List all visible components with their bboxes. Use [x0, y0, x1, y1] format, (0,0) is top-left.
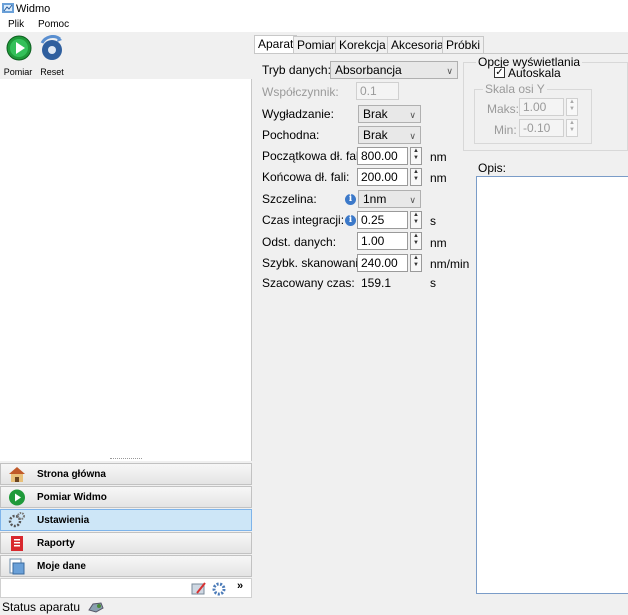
- integration-info-icon[interactable]: i: [345, 215, 356, 226]
- tools-icon[interactable]: [191, 581, 207, 596]
- status-text: Status aparatu: [2, 600, 81, 614]
- interval-label: Odst. danych:: [262, 235, 337, 249]
- autoscale-checkbox[interactable]: ✓: [494, 67, 505, 78]
- min-field: -0.10: [519, 119, 564, 137]
- instrument-status-icon: [88, 602, 104, 613]
- y-axis-scale-label: Skala osi Y: [483, 82, 547, 96]
- menu-bar: Plik Pomoc: [0, 18, 628, 32]
- end-wavelength-unit: nm: [430, 171, 447, 185]
- integration-label: Czas integracji:: [262, 213, 345, 227]
- nav-my-data-label: Moje dane: [37, 561, 86, 572]
- slit-select[interactable]: 1nm ∨: [358, 190, 421, 208]
- est-time-value: 159.1: [361, 276, 392, 290]
- tab-probki[interactable]: Próbki: [442, 36, 485, 53]
- max-spinner: ▲ ▼: [566, 98, 578, 116]
- nav-my-data[interactable]: Moje dane: [0, 555, 252, 577]
- chevron-down-icon: ∨: [446, 66, 453, 76]
- scan-speed-field[interactable]: 240.00: [357, 254, 408, 272]
- max-label: Maks:: [487, 102, 520, 116]
- nav-settings[interactable]: Ustawienia: [0, 509, 252, 531]
- nav-measure-label: Pomiar Widmo: [37, 492, 107, 503]
- smoothing-value: Brak: [363, 107, 388, 121]
- slit-label: Szczelina:: [262, 192, 317, 206]
- min-spinner: ▲ ▼: [566, 119, 578, 137]
- nav-home[interactable]: Strona główna: [0, 463, 252, 485]
- tab-akcesoria[interactable]: Akcesoria: [387, 36, 448, 53]
- title-bar: Widmo: [0, 0, 628, 18]
- nav-settings-label: Ustawienia: [37, 515, 90, 526]
- derivative-select[interactable]: Brak ∨: [358, 126, 421, 144]
- measure-button[interactable]: Pomiar: [0, 33, 36, 79]
- description-label: Opis:: [478, 161, 507, 175]
- nav-measure[interactable]: Pomiar Widmo: [0, 486, 252, 508]
- min-label: Min:: [494, 123, 517, 137]
- description-textarea[interactable]: [476, 176, 628, 594]
- start-wavelength-field[interactable]: 800.00: [357, 147, 408, 165]
- integration-spinner[interactable]: ▲ ▼: [410, 211, 422, 229]
- nav-footer: »: [0, 578, 252, 598]
- nav-reports-label: Raporty: [37, 538, 75, 549]
- reset-button[interactable]: Reset: [34, 33, 70, 79]
- tab-aparat[interactable]: Aparat: [254, 35, 298, 54]
- slit-info-icon[interactable]: i: [345, 194, 356, 205]
- data-mode-value: Absorbancja: [335, 63, 402, 77]
- start-wavelength-label: Początkowa dł. fali:: [262, 149, 365, 163]
- left-toolbar: Pomiar Reset: [0, 33, 252, 79]
- play-icon: [9, 489, 25, 506]
- my-data-icon: [9, 558, 25, 575]
- start-wavelength-unit: nm: [430, 150, 447, 164]
- window-title: Widmo: [16, 3, 51, 15]
- scan-speed-unit: nm/min: [430, 257, 470, 271]
- nav-home-label: Strona główna: [37, 469, 106, 480]
- smoothing-select[interactable]: Brak ∨: [358, 105, 421, 123]
- max-field: 1.00: [519, 98, 564, 116]
- tab-korekcja[interactable]: Korekcja: [335, 36, 390, 53]
- reset-gear-icon: [40, 35, 62, 60]
- coefficient-label: Współczynnik:: [262, 85, 339, 99]
- chevron-down-icon: ∨: [409, 131, 416, 141]
- data-mode-label: Tryb danych:: [262, 63, 331, 77]
- settings-gear-icon[interactable]: [211, 581, 227, 596]
- menu-plik[interactable]: Plik: [8, 19, 24, 30]
- interval-field[interactable]: 1.00: [357, 232, 408, 250]
- derivative-label: Pochodna:: [262, 128, 320, 142]
- reports-icon: [11, 536, 23, 551]
- scan-speed-spinner[interactable]: ▲ ▼: [410, 254, 422, 272]
- end-wavelength-label: Końcowa dł. fali:: [262, 170, 350, 184]
- tab-pomiar[interactable]: Pomiar: [293, 36, 340, 53]
- menu-pomoc[interactable]: Pomoc: [38, 19, 69, 30]
- interval-spinner[interactable]: ▲ ▼: [410, 232, 422, 250]
- smoothing-label: Wygładzanie:: [262, 107, 334, 121]
- est-time-label: Szacowany czas:: [262, 276, 355, 290]
- integration-unit: s: [430, 214, 436, 228]
- data-mode-select[interactable]: Absorbancja ∨: [330, 61, 458, 79]
- coefficient-field: 0.1: [356, 82, 399, 100]
- nav-reports[interactable]: Raporty: [0, 532, 252, 554]
- slit-value: 1nm: [363, 192, 387, 206]
- home-icon: [9, 467, 25, 482]
- status-bar: Status aparatu: [0, 599, 628, 615]
- interval-unit: nm: [430, 236, 447, 250]
- app-icon: [2, 3, 14, 13]
- integration-field[interactable]: 0.25: [357, 211, 408, 229]
- chevron-down-icon: ∨: [409, 110, 416, 120]
- gears-icon: [8, 512, 25, 528]
- splitter-grip[interactable]: [110, 458, 142, 461]
- chevron-down-icon: ∨: [409, 195, 416, 205]
- end-wavelength-field[interactable]: 200.00: [357, 168, 408, 186]
- autoscale-label: Autoskala: [508, 66, 561, 80]
- reset-label: Reset: [40, 67, 64, 77]
- more-chevron-icon[interactable]: »: [237, 580, 243, 592]
- play-icon: [6, 35, 32, 61]
- derivative-value: Brak: [363, 128, 388, 142]
- end-wavelength-spinner[interactable]: ▲ ▼: [410, 168, 422, 186]
- start-wavelength-spinner[interactable]: ▲ ▼: [410, 147, 422, 165]
- scan-speed-label: Szybk. skanowania:: [262, 256, 369, 270]
- measure-label: Pomiar: [3, 67, 33, 77]
- est-time-unit: s: [430, 276, 436, 290]
- left-content-area: [0, 79, 252, 461]
